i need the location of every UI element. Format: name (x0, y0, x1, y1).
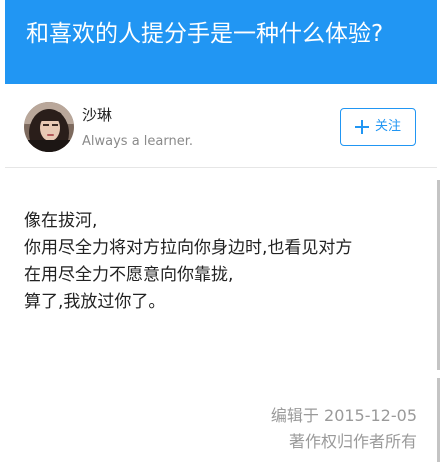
question-title[interactable]: 和喜欢的人提分手是一种什么体验? (26, 19, 437, 49)
answer-line: 像在拔河, (24, 211, 98, 231)
author-info: 沙琳 Always a learner. 关注 (5, 90, 437, 168)
follow-button[interactable]: 关注 (340, 108, 416, 146)
answer-body: 像在拔河, 你用尽全力将对方拉向你身边时,也看见对方 在用尽全力不愿意向你靠拢,… (24, 208, 424, 316)
avatar-image (24, 102, 74, 152)
answer-meta: 编辑于 2015-12-05 著作权归作者所有 (271, 403, 417, 455)
follow-button-label: 关注 (374, 119, 401, 134)
answer-content: 像在拔河, 你用尽全力将对方拉向你身边时,也看见对方 在用尽全力不愿意向你靠拢,… (5, 168, 437, 462)
author-name[interactable]: 沙琳 (82, 104, 112, 125)
answer-line: 算了,我放过你了。 (24, 292, 166, 312)
question-header[interactable]: 和喜欢的人提分手是一种什么体验? (5, 0, 437, 84)
answer-line: 你用尽全力将对方拉向你身边时,也看见对方 (24, 238, 353, 258)
edited-date: 编辑于 2015-12-05 (270, 406, 417, 425)
answer-page: 和喜欢的人提分手是一种什么体验? 沙琳 Always a learner. 关注… (0, 0, 440, 462)
copyright-notice: 著作权归作者所有 (288, 432, 417, 451)
author-bio: Always a learner. (82, 134, 194, 149)
answer-line: 在用尽全力不愿意向你靠拢, (24, 265, 234, 285)
plus-icon (354, 120, 369, 134)
avatar[interactable] (24, 102, 74, 152)
